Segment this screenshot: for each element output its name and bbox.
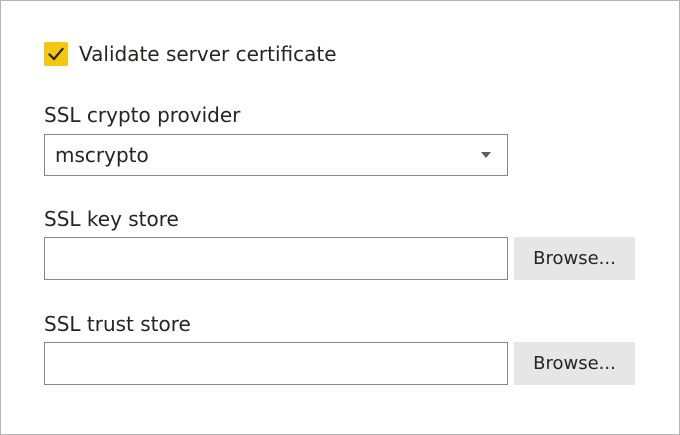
crypto-provider-label: SSL crypto provider [44,103,241,127]
ssl-options-panel: Validate server certificate SSL crypto p… [0,0,680,435]
trust-store-input[interactable] [44,342,508,385]
chevron-down-icon [481,152,491,158]
trust-store-browse-button[interactable]: Browse... [514,342,635,385]
trust-store-label: SSL trust store [44,312,191,336]
crypto-provider-value: mscrypto [55,143,149,167]
validate-certificate-checkbox[interactable] [44,42,68,66]
crypto-provider-select[interactable]: mscrypto [44,134,508,176]
key-store-browse-button[interactable]: Browse... [514,237,635,280]
checkmark-icon [48,47,64,61]
validate-certificate-label: Validate server certificate [79,42,337,66]
key-store-label: SSL key store [44,207,179,231]
key-store-input[interactable] [44,237,508,280]
validate-certificate-option[interactable]: Validate server certificate [44,41,337,67]
